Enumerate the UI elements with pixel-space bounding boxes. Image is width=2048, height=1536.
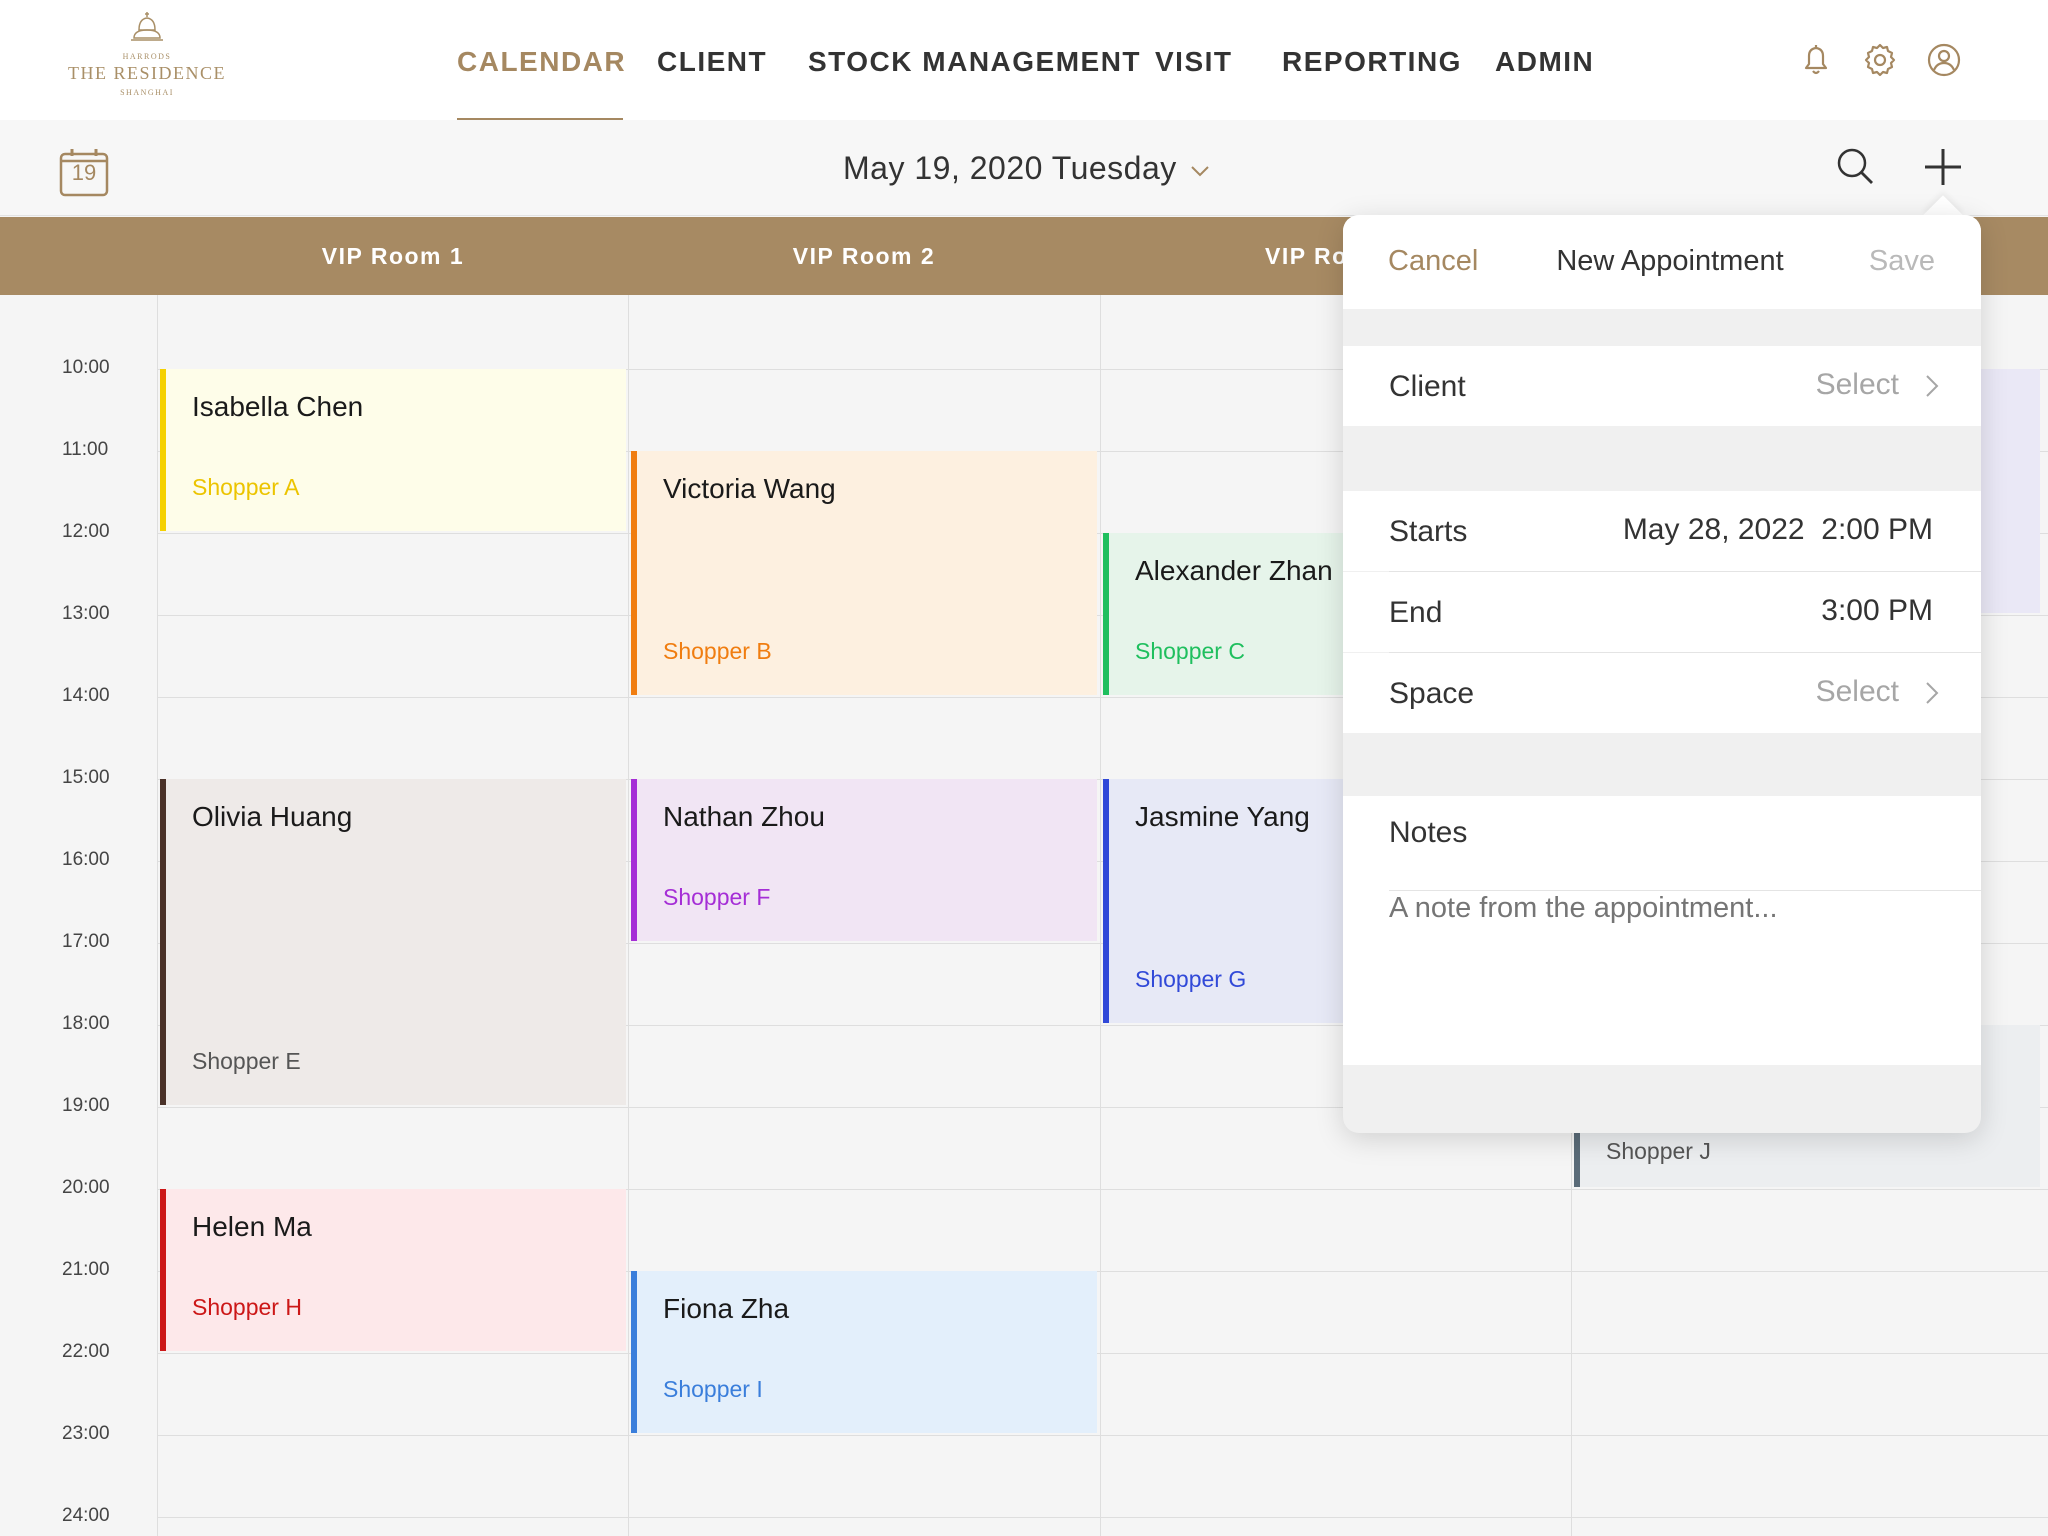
time-label: 16:00 bbox=[62, 849, 110, 870]
appointment-shopper-name: Shopper G bbox=[1135, 966, 1247, 992]
room-header-vip-1: VIP Room 1 bbox=[321, 243, 465, 269]
time-label: 14:00 bbox=[62, 685, 110, 706]
column-divider bbox=[628, 295, 629, 1536]
space-select-row[interactable]: Space Select bbox=[1343, 653, 1981, 733]
appointment-shopper-name: Shopper A bbox=[192, 474, 300, 500]
appointment-shopper-name: Shopper J bbox=[1606, 1138, 1711, 1164]
time-label: 15:00 bbox=[62, 767, 110, 788]
appointment-client-name: Jasmine Yang bbox=[1135, 801, 1310, 832]
date-picker-dropdown[interactable]: May 19, 2020 Tuesday bbox=[843, 150, 1211, 187]
column-divider bbox=[1100, 295, 1101, 1536]
time-label: 20:00 bbox=[62, 1177, 110, 1198]
time-label: 19:00 bbox=[62, 1095, 110, 1116]
new-appointment-popover: New Appointment Cancel Save Client Selec… bbox=[1343, 215, 1981, 1133]
time-label: 17:00 bbox=[62, 931, 110, 952]
time-label: 10:00 bbox=[62, 357, 110, 378]
space-label: Space bbox=[1389, 677, 1475, 710]
time-label: 22:00 bbox=[62, 1341, 110, 1362]
starts-label: Starts bbox=[1389, 515, 1468, 548]
time-label: 24:00 bbox=[62, 1505, 110, 1526]
appointment-shopper-name: Shopper I bbox=[663, 1376, 763, 1402]
appointment-shopper-name: Shopper E bbox=[192, 1048, 301, 1074]
room-header-vip-2: VIP Room 2 bbox=[792, 243, 936, 269]
notes-section: Notes bbox=[1343, 796, 1981, 1065]
nav-visit[interactable]: VISIT bbox=[1155, 46, 1233, 78]
time-label: 18:00 bbox=[62, 1013, 110, 1034]
cancel-button[interactable]: Cancel bbox=[1388, 245, 1478, 278]
save-button[interactable]: Save bbox=[1869, 245, 1935, 278]
appointment-block[interactable]: Fiona Zha Shopper I bbox=[631, 1271, 1097, 1433]
appointment-shopper-name: Shopper B bbox=[663, 638, 772, 664]
end-row[interactable]: End 3:00 PM bbox=[1343, 572, 1981, 652]
appointment-client-name: Helen Ma bbox=[192, 1211, 312, 1242]
gear-icon[interactable] bbox=[1860, 40, 1900, 80]
selected-date-label: May 19, 2020 Tuesday bbox=[843, 150, 1177, 186]
starts-value: May 28, 2022 2:00 PM bbox=[1622, 513, 1933, 546]
hour-gridline bbox=[157, 1517, 2048, 1518]
appointment-client-name: Victoria Wang bbox=[663, 473, 836, 504]
time-label: 23:00 bbox=[62, 1423, 110, 1444]
appointment-block[interactable]: Nathan Zhou Shopper F bbox=[631, 779, 1097, 941]
nav-reporting[interactable]: REPORTING bbox=[1282, 46, 1462, 78]
logo-name-text: THE RESIDENCE bbox=[68, 63, 226, 83]
appointment-client-name: Nathan Zhou bbox=[663, 801, 825, 832]
end-value: 3:00 PM bbox=[1821, 594, 1933, 627]
end-label: End bbox=[1389, 596, 1443, 629]
date-toolbar: 19 May 19, 2020 Tuesday bbox=[0, 120, 2048, 216]
appointment-block[interactable]: Helen Ma Shopper H bbox=[160, 1189, 626, 1351]
space-select-value: Select bbox=[1815, 675, 1899, 708]
client-label: Client bbox=[1389, 370, 1466, 403]
logo-brand-text: HARRODS bbox=[122, 52, 172, 61]
appointment-shopper-name: Shopper H bbox=[192, 1294, 302, 1320]
appointment-client-name: Alexander Zhan bbox=[1135, 555, 1333, 586]
appointment-shopper-name: Shopper C bbox=[1135, 638, 1245, 664]
add-appointment-icon[interactable] bbox=[1922, 146, 1964, 188]
appointment-block[interactable]: Olivia Huang Shopper E bbox=[160, 779, 626, 1105]
starts-row[interactable]: Starts May 28, 2022 2:00 PM bbox=[1343, 491, 1981, 571]
nav-client[interactable]: CLIENT bbox=[657, 46, 767, 78]
time-label: 13:00 bbox=[62, 603, 110, 624]
nav-stock-management[interactable]: STOCK MANAGEMENT bbox=[808, 46, 1141, 78]
notes-input[interactable] bbox=[1389, 892, 1949, 925]
chevron-down-icon bbox=[1191, 165, 1209, 176]
time-label: 12:00 bbox=[62, 521, 110, 542]
notes-label: Notes bbox=[1389, 816, 1468, 849]
appointment-shopper-name: Shopper F bbox=[663, 884, 771, 910]
top-navigation-bar: HARRODS THE RESIDENCE SHANGHAI CALENDAR … bbox=[0, 0, 2048, 121]
appointment-client-name: Olivia Huang bbox=[192, 801, 353, 832]
appointment-block[interactable]: Isabella Chen Shopper A bbox=[160, 369, 626, 531]
time-label: 21:00 bbox=[62, 1259, 110, 1280]
bell-icon[interactable] bbox=[1796, 40, 1836, 80]
popover-header: New Appointment Cancel Save bbox=[1343, 215, 1981, 309]
logo-city-text: SHANGHAI bbox=[120, 88, 174, 97]
dome-logo-icon bbox=[131, 12, 163, 41]
column-divider bbox=[157, 295, 158, 1536]
nav-admin[interactable]: ADMIN bbox=[1495, 46, 1594, 78]
user-profile-icon[interactable] bbox=[1924, 40, 1964, 80]
chevron-right-icon bbox=[1926, 375, 1939, 397]
appointment-client-name: Isabella Chen bbox=[192, 391, 364, 422]
hour-gridline bbox=[157, 1435, 2048, 1436]
search-icon[interactable] bbox=[1835, 146, 1875, 186]
client-select-row[interactable]: Client Select bbox=[1343, 346, 1981, 426]
appointment-block[interactable]: Victoria Wang Shopper B bbox=[631, 451, 1097, 695]
hour-gridline bbox=[157, 1353, 2048, 1354]
row-divider bbox=[1389, 890, 1981, 891]
chevron-right-icon bbox=[1926, 682, 1939, 704]
calendar-today-button[interactable]: 19 bbox=[58, 146, 110, 198]
brand-logo[interactable]: HARRODS THE RESIDENCE SHANGHAI bbox=[62, 8, 232, 116]
client-select-value: Select bbox=[1815, 368, 1899, 401]
calendar-day-number: 19 bbox=[71, 160, 97, 185]
nav-calendar[interactable]: CALENDAR bbox=[457, 46, 626, 78]
appointment-client-name: Fiona Zha bbox=[663, 1293, 790, 1324]
time-label: 11:00 bbox=[62, 439, 109, 460]
